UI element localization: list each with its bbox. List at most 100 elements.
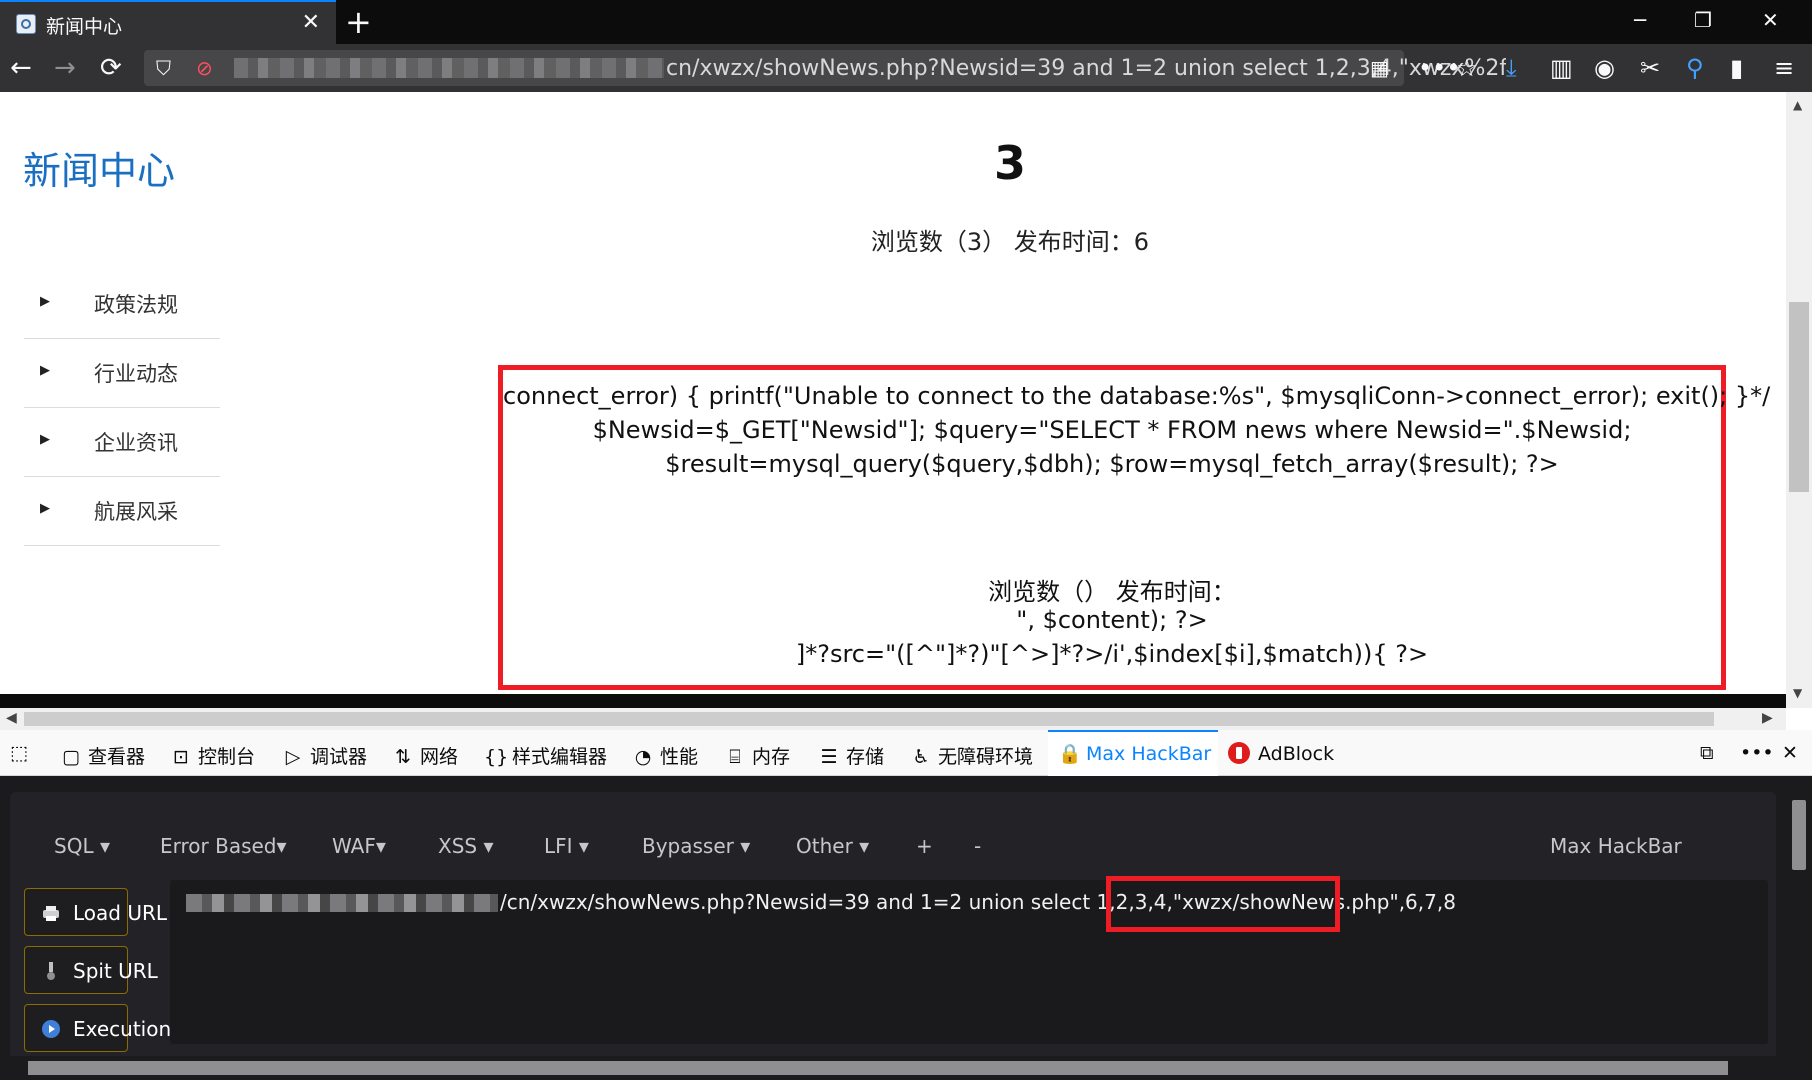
memory-icon: ⌸	[729, 746, 741, 768]
debugger-icon: ▷	[285, 746, 301, 768]
load-url-button[interactable]: Load URL	[24, 888, 167, 936]
tab-accessibility[interactable]: ♿ 无障碍环境	[910, 742, 1033, 769]
address-bar[interactable]: ⛉ ⊘ cn/xwzx/showNews.php?Newsid=39 and 1…	[144, 50, 1506, 86]
menu-waf[interactable]: WAF▾	[332, 834, 386, 858]
tab-title: 新闻中心	[46, 16, 123, 38]
devtools-toolbar: ⬚ ▢ 查看器 ⊡ 控制台 ▷ 调试器 ⇅ 网络 {} 样式编辑器 ◔ 性能 ⌸ 内存 ☰ 存储…	[0, 730, 1812, 776]
scroll-thumb[interactable]	[28, 1061, 1728, 1075]
tab-inspector[interactable]: ▢ 查看器	[60, 742, 145, 769]
tab-console[interactable]: ⊡ 控制台	[170, 742, 255, 769]
scroll-thumb[interactable]	[1789, 302, 1809, 492]
menu-bypasser[interactable]: Bypasser ▾	[642, 834, 750, 858]
leaked-source-highlight: connect_error) { printf("Unable to conne…	[498, 365, 1771, 690]
restore-window-button[interactable]: ❐	[1694, 8, 1712, 32]
url-redacted-host	[186, 894, 498, 912]
sidebar-item-policy[interactable]: ▶ 政策法规	[24, 270, 220, 339]
url-textarea[interactable]: /cn/xwzx/showNews.php?Newsid=39 and 1=2 …	[170, 880, 1768, 1044]
tab-adblock[interactable]: AdBlock	[1228, 742, 1334, 765]
navigation-toolbar: ← → ⟳ ⛉ ⊘ cn/xwzx/showNews.php?Newsid=39…	[0, 44, 1812, 92]
adblock-icon	[1228, 742, 1250, 764]
download-icon[interactable]: ⤓	[1506, 52, 1517, 84]
minimize-window-button[interactable]: ─	[1634, 8, 1646, 32]
browser-tab[interactable]: 新闻中心 ✕	[0, 0, 336, 44]
inspector-icon: ▢	[62, 746, 80, 768]
sidebar-item-label[interactable]: 行业动态	[94, 358, 178, 388]
library-icon[interactable]: ▮	[1730, 52, 1743, 84]
close-tab-icon[interactable]: ✕	[302, 10, 320, 35]
more-options-icon[interactable]: •••	[1740, 742, 1774, 764]
article-title: 3	[993, 136, 1026, 190]
scroll-right-icon[interactable]: ▶	[1762, 710, 1773, 726]
execution-button[interactable]: Execution	[24, 1004, 171, 1052]
hackbar-vertical-scrollbar[interactable]	[1786, 776, 1812, 1080]
tab-debugger[interactable]: ▷ 调试器	[282, 742, 367, 769]
hackbar-container: SQL ▾ Error Based▾ WAF▾ XSS ▾ LFI ▾ Bypa…	[10, 792, 1776, 1072]
sidebar-item-company[interactable]: ▶ 企业资讯	[24, 408, 220, 477]
menu-other[interactable]: Other ▾	[796, 834, 869, 858]
sidebar-item-industry[interactable]: ▶ 行业动态	[24, 339, 220, 408]
forward-icon[interactable]: →	[54, 52, 76, 84]
style-editor-icon: {}	[484, 746, 509, 768]
shield-icon[interactable]: ⛉	[156, 56, 171, 80]
reader-icon[interactable]: ▥	[1550, 52, 1573, 84]
leaked-code-line: $result=mysql_query($query,$dbh); $row=m…	[665, 450, 1559, 478]
qr-code-icon[interactable]: ▦	[1370, 56, 1389, 80]
tab-memory[interactable]: ⌸ 内存	[724, 742, 790, 769]
performance-icon: ◔	[634, 746, 652, 768]
menu-icon[interactable]: ≡	[1774, 52, 1794, 84]
scroll-thumb[interactable]	[1792, 800, 1806, 870]
location-icon[interactable]: ⚲	[1686, 52, 1704, 84]
tab-strip: 新闻中心 ✕ + ─ ❐ ✕	[0, 0, 1812, 44]
new-tab-button[interactable]: +	[345, 3, 372, 41]
network-icon: ⇅	[395, 746, 411, 768]
menu-remove[interactable]: -	[974, 834, 981, 858]
sidebar-item-label[interactable]: 航展风采	[94, 496, 178, 526]
tab-style-editor[interactable]: {} 样式编辑器	[484, 742, 607, 769]
leaked-code-line: connect_error) { printf("Unable to conne…	[503, 382, 1771, 410]
extension-icon[interactable]: ◉	[1594, 52, 1615, 84]
close-window-button[interactable]: ✕	[1762, 8, 1779, 32]
sidebar-title: 新闻中心	[23, 149, 176, 193]
bookmark-star-icon[interactable]: ☆	[1456, 52, 1478, 84]
sidebar-item-airshow[interactable]: ▶ 航展风采	[24, 477, 220, 546]
menu-lfi[interactable]: LFI ▾	[544, 834, 589, 858]
page-vertical-scrollbar[interactable]: ▲ ▼	[1786, 92, 1812, 708]
triangle-right-icon: ▶	[40, 432, 50, 447]
split-url-button[interactable]: Spit URL	[24, 946, 158, 994]
leaked-code-line: 浏览数（） 发布时间：	[988, 578, 1236, 606]
menu-xss[interactable]: XSS ▾	[438, 834, 494, 858]
page-content: 新闻中心 ▶ 政策法规 ▶ 行业动态 ▶ 企业资讯 ▶ 航展风采 3 浏览数（3…	[0, 92, 1786, 694]
page-bottom-edge	[0, 694, 1786, 708]
sidebar-item-label[interactable]: 政策法规	[94, 289, 178, 319]
hackbar-panel: SQL ▾ Error Based▾ WAF▾ XSS ▾ LFI ▾ Bypa…	[0, 776, 1786, 1080]
article-meta: 浏览数（3） 发布时间：6	[870, 228, 1150, 256]
payload-highlight-box	[1106, 876, 1340, 932]
triangle-right-icon: ▶	[40, 501, 50, 516]
leaked-code-line: ]*?src="([^"]*?)"[^>]*?>/i',$index[$i],$…	[795, 640, 1429, 668]
close-devtools-icon[interactable]: ✕	[1782, 742, 1798, 764]
back-icon[interactable]: ←	[10, 52, 32, 84]
more-icon[interactable]: •••	[1418, 52, 1460, 84]
screenshot-icon[interactable]: ✂	[1640, 52, 1660, 84]
reload-icon[interactable]: ⟳	[100, 52, 122, 84]
scroll-thumb[interactable]	[24, 712, 1714, 726]
tab-max-hackbar[interactable]: 🔒 Max HackBar	[1058, 742, 1211, 765]
hackbar-horizontal-scrollbar[interactable]	[0, 1056, 1786, 1080]
scroll-left-icon[interactable]: ◀	[6, 710, 17, 726]
triangle-right-icon: ▶	[40, 363, 50, 378]
leaked-code-line: ", $content); ?>	[1016, 606, 1208, 634]
menu-add[interactable]: +	[916, 834, 933, 858]
sidebar-item-label[interactable]: 企业资讯	[94, 427, 178, 457]
tab-storage[interactable]: ☰ 存储	[818, 742, 884, 769]
element-picker-icon[interactable]: ⬚	[10, 742, 28, 764]
menu-sql[interactable]: SQL ▾	[54, 834, 110, 858]
scroll-down-icon[interactable]: ▼	[1793, 686, 1802, 700]
insecure-lock-icon[interactable]: ⊘	[196, 56, 213, 80]
page-horizontal-scrollbar[interactable]: ◀ ▶	[0, 708, 1786, 730]
dock-side-icon[interactable]: ⧉	[1700, 742, 1714, 764]
tab-performance[interactable]: ◔ 性能	[632, 742, 698, 769]
scroll-up-icon[interactable]: ▲	[1793, 98, 1802, 112]
triangle-right-icon: ▶	[40, 294, 50, 309]
tab-network[interactable]: ⇅ 网络	[392, 742, 458, 769]
menu-error-based[interactable]: Error Based▾	[160, 834, 287, 858]
